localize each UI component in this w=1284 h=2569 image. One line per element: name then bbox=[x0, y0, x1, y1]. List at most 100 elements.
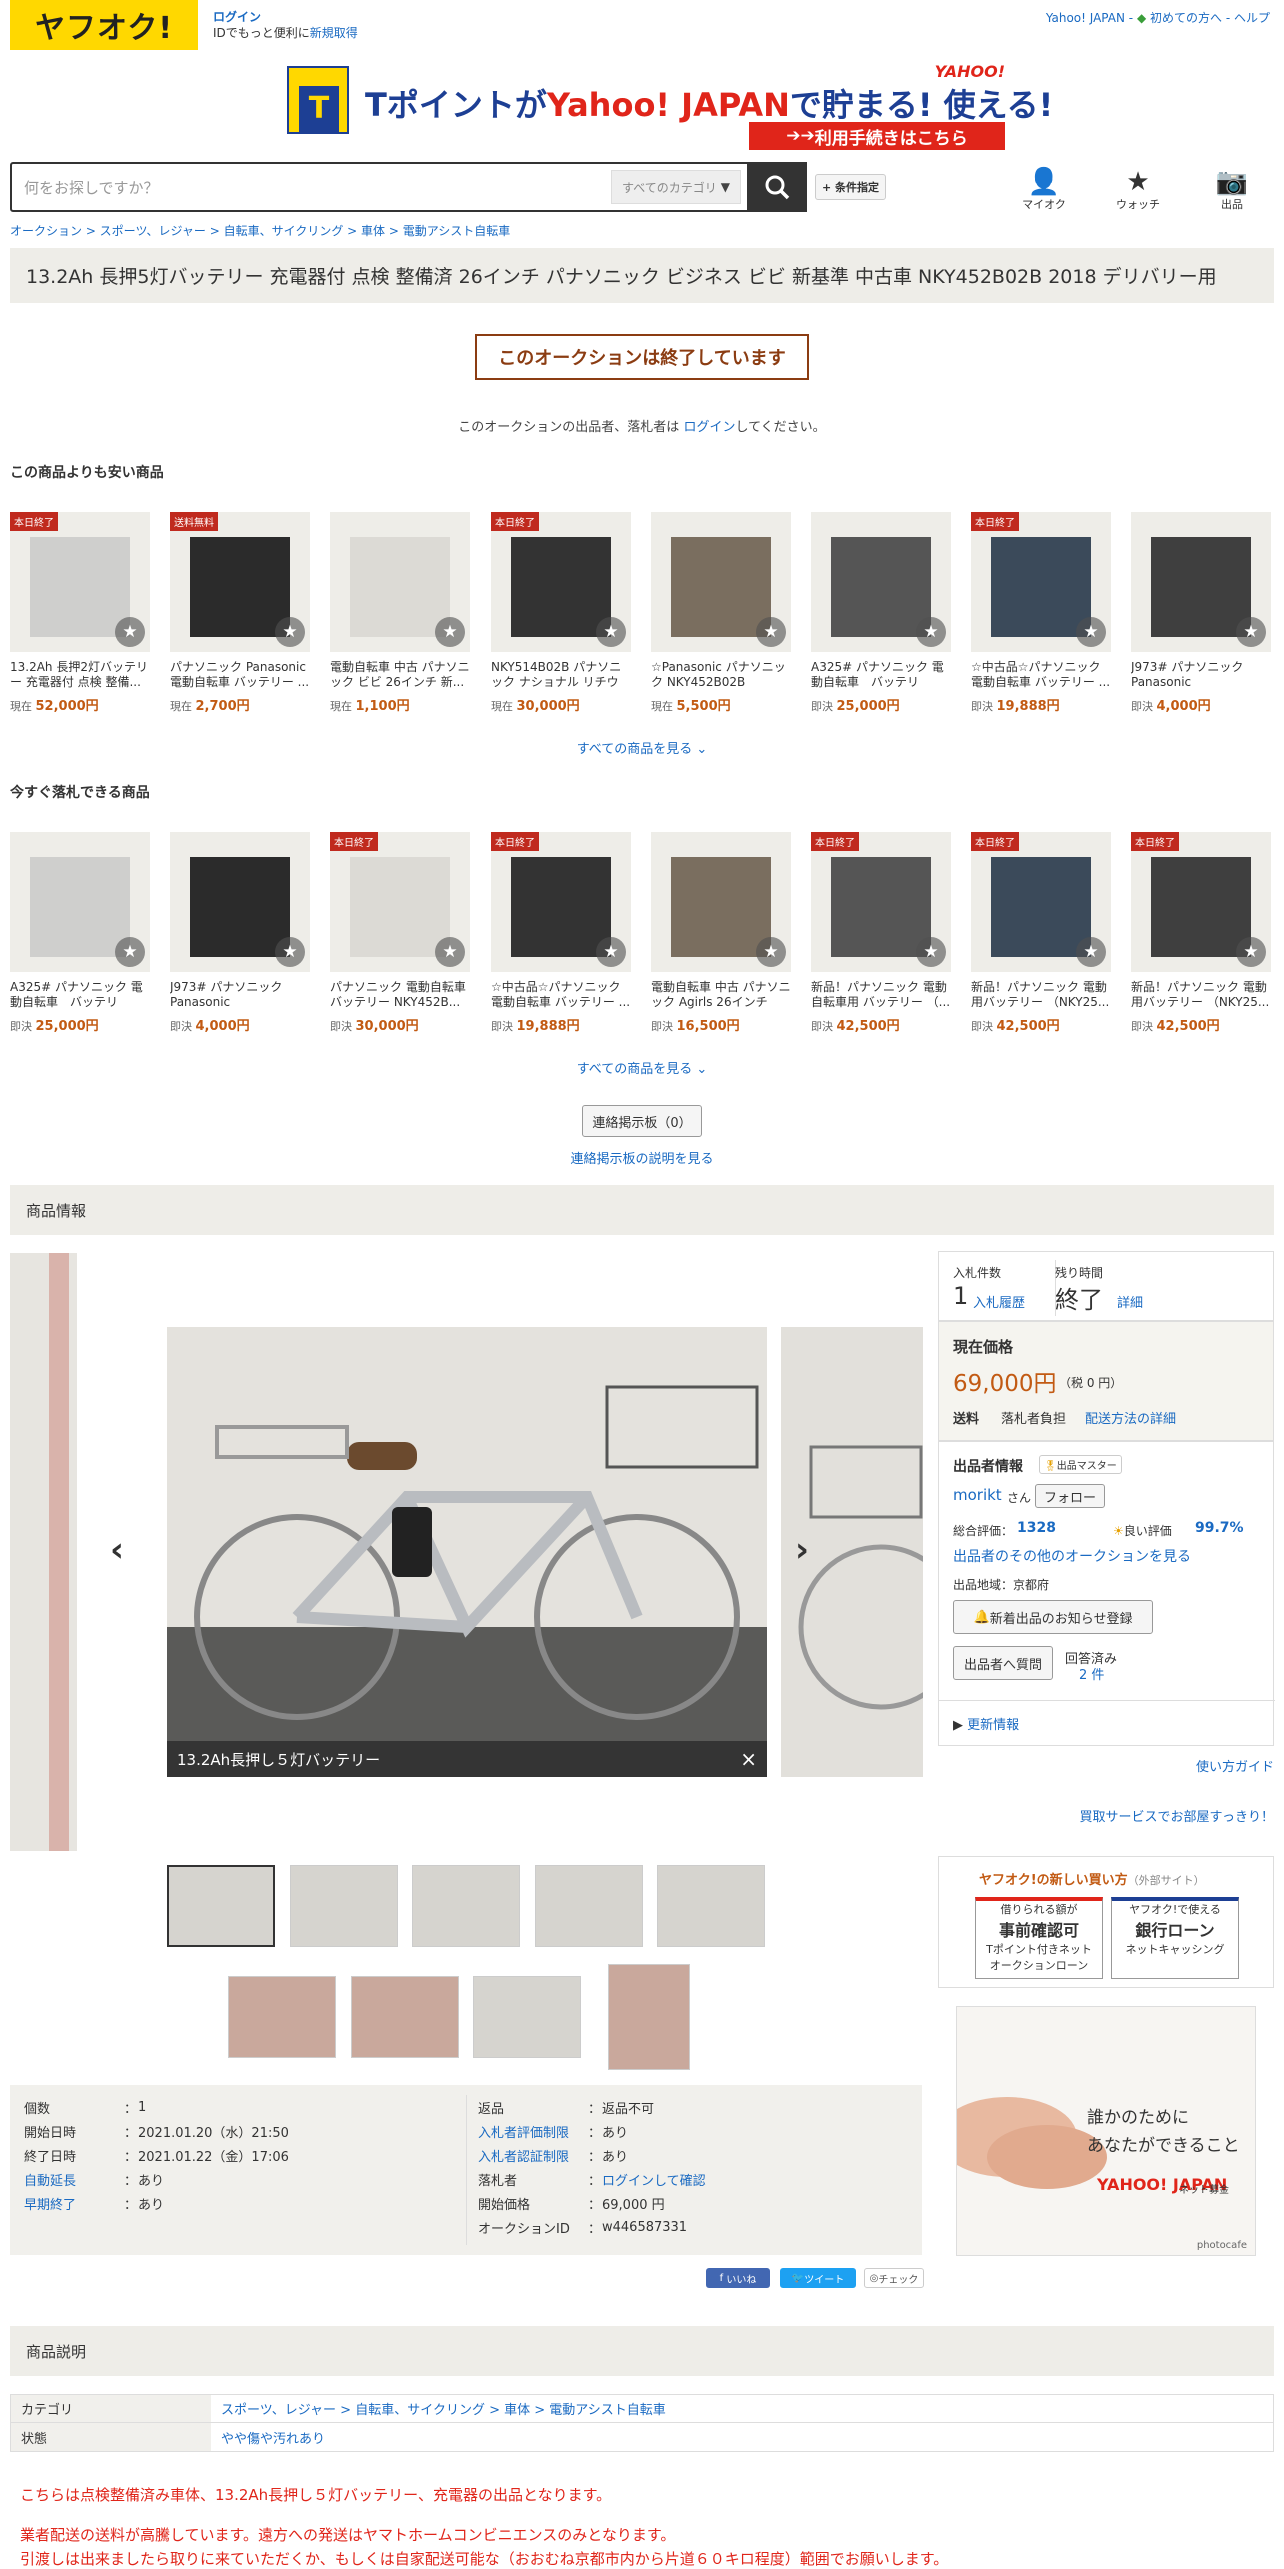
watch-star-icon[interactable]: ★ bbox=[435, 617, 465, 647]
search-input[interactable]: 何をお探しですか？ bbox=[12, 164, 611, 210]
product-thumbnail[interactable]: 送料無料 ★ bbox=[170, 512, 310, 652]
product-card[interactable]: 本日終了 ★ 13.2Ah 長押2灯バッテリー 充電器付 点検 整備... 現在 52… bbox=[10, 512, 150, 714]
thumbnail-8[interactable] bbox=[473, 1976, 581, 2058]
product-name[interactable]: 新品！パナソニック 電動用バッテリー （NKY25... bbox=[1131, 980, 1271, 1010]
product-card[interactable]: 本日終了 ★ NKY514B02B パナソニック ナショナル リチウム... 現在 3… bbox=[491, 512, 631, 714]
watch-star-icon[interactable]: ★ bbox=[596, 617, 626, 647]
watch-star-icon[interactable]: ★ bbox=[275, 937, 305, 967]
watch-star-icon[interactable]: ★ bbox=[115, 937, 145, 967]
product-card[interactable]: ★ ☆Panasonic パナソニック NKY452B02B 13.2A... 現在… bbox=[651, 512, 791, 714]
product-thumbnail[interactable]: 本日終了 ★ bbox=[971, 512, 1111, 652]
product-card[interactable]: 本日終了 ★ 新品！パナソニック 電動自転車用 バッテリー （... 即決 42,50… bbox=[811, 832, 951, 1034]
banner-apply-button[interactable]: ➔➔ 利用手続きはこちら bbox=[749, 122, 1005, 150]
product-name[interactable]: 新品！パナソニック 電動自転車用 バッテリー （... bbox=[811, 980, 951, 1010]
check-button[interactable]: ◎ チェック bbox=[864, 2268, 924, 2288]
seller-other-auctions-link[interactable]: 出品者のその他のオークションを見る bbox=[953, 1546, 1191, 1566]
watch-star-icon[interactable]: ★ bbox=[916, 617, 946, 647]
product-thumbnail[interactable]: 本日終了 ★ bbox=[491, 512, 631, 652]
ask-seller-button[interactable]: 出品者へ質問 bbox=[953, 1646, 1053, 1680]
product-name[interactable]: 電動自転車 中古 パナソニック ビビ 26インチ 新... bbox=[330, 660, 470, 690]
product-thumbnail[interactable]: 本日終了 ★ bbox=[491, 832, 631, 972]
rating-link[interactable]: 1328 bbox=[1017, 1520, 1056, 1536]
product-name[interactable]: J973# パナソニック Panasonic NKY452B02B ... bbox=[170, 980, 310, 1010]
update-info-link[interactable]: ▶ 更新情報 bbox=[953, 1714, 1019, 1733]
tpoint-banner[interactable]: T TポイントがYahoo! JAPANで貯まる! 使える! YAHOO! ➔➔… bbox=[287, 62, 1053, 152]
product-card[interactable]: ★ J973# パナソニック Panasonic NKY452B02B ... 即決… bbox=[170, 832, 310, 1034]
product-thumbnail[interactable]: 本日終了 ★ bbox=[330, 832, 470, 972]
yahoo-japan-link[interactable]: Yahoo! JAPAN bbox=[1046, 11, 1125, 25]
next-arrow-icon[interactable]: › bbox=[795, 1530, 809, 1570]
thumbnail-4[interactable] bbox=[535, 1865, 643, 1947]
product-name[interactable]: J973# パナソニック Panasonic NKY452B02B ... bbox=[1131, 660, 1271, 690]
like-button[interactable]: f いいね bbox=[706, 2268, 770, 2288]
tweet-button[interactable]: 🐦 ツイート bbox=[780, 2268, 856, 2288]
nav-watch[interactable]: ★ ウォッチ bbox=[1108, 168, 1168, 212]
product-name[interactable]: A325# パナソニック 電動自転車 バッテリー ... bbox=[811, 660, 951, 690]
watch-star-icon[interactable]: ★ bbox=[756, 617, 786, 647]
bbs-help-link[interactable]: 連絡掲示板の説明を見る bbox=[0, 1148, 1284, 1167]
watch-star-icon[interactable]: ★ bbox=[1236, 617, 1266, 647]
product-thumbnail[interactable]: 本日終了 ★ bbox=[1131, 832, 1271, 972]
product-card[interactable]: 本日終了 ★ ☆中古品☆パナソニック 電動自転車 バッテリー ... 即決 19,88… bbox=[491, 832, 631, 1034]
product-card[interactable]: 送料無料 ★ パナソニック Panasonic 電動自転車 バッテリー ... 現在 … bbox=[170, 512, 310, 714]
cheaper-see-all[interactable]: すべての商品を見る ⌄ bbox=[0, 738, 1284, 757]
prev-arrow-icon[interactable]: ‹ bbox=[110, 1530, 124, 1570]
product-card[interactable]: ★ 電動自転車 中古 パナソニック Agirls 26インチ 新... 即決 16,… bbox=[651, 832, 791, 1034]
product-card[interactable]: 本日終了 ★ パナソニック 電動自転車 バッテリー NKY452B... 即決 30,… bbox=[330, 832, 470, 1034]
breadcrumb[interactable]: オークション > スポーツ、レジャー > 自転車、サイクリング > 車体 > 電… bbox=[10, 222, 510, 239]
product-card[interactable]: 本日終了 ★ 新品！パナソニック 電動用バッテリー （NKY25... 即決 42,5… bbox=[971, 832, 1111, 1034]
answers-link[interactable]: 2 件 bbox=[1079, 1664, 1104, 1683]
bbs-button[interactable]: 連絡掲示板（0） bbox=[582, 1105, 702, 1137]
login-note-link[interactable]: ログイン bbox=[683, 420, 735, 435]
thumbnail-6[interactable] bbox=[228, 1976, 336, 2058]
thumbnail-5[interactable] bbox=[657, 1865, 765, 1947]
product-card[interactable]: ★ A325# パナソニック 電動自転車 バッテリー ... 即決 25,000円 bbox=[811, 512, 951, 714]
search-button[interactable] bbox=[747, 162, 807, 212]
pre-check-loan-card[interactable]: 借りられる額が 事前確認可 Tポイント付きネット オークションローン bbox=[975, 1897, 1103, 1979]
product-name[interactable]: NKY514B02B パナソニック ナショナル リチウム... bbox=[491, 660, 631, 690]
product-name[interactable]: 新品！パナソニック 電動用バッテリー （NKY25... bbox=[971, 980, 1111, 1010]
product-thumbnail[interactable]: ★ bbox=[330, 512, 470, 652]
watch-star-icon[interactable]: ★ bbox=[435, 937, 465, 967]
guide-link[interactable]: 使い方ガイド bbox=[1196, 1756, 1274, 1775]
product-card[interactable]: 本日終了 ★ 新品！パナソニック 電動用バッテリー （NKY25... 即決 42,5… bbox=[1131, 832, 1271, 1034]
prev-image-peek[interactable] bbox=[10, 1253, 77, 1851]
bank-loan-card[interactable]: ヤフオク!で使える 銀行ローン ネットキャッシング bbox=[1111, 1897, 1239, 1979]
buynow-see-all[interactable]: すべての商品を見る ⌄ bbox=[0, 1058, 1284, 1077]
thumbnail-1[interactable] bbox=[167, 1865, 275, 1947]
thumbnail-7[interactable] bbox=[351, 1976, 459, 2058]
product-card[interactable]: ★ 電動自転車 中古 パナソニック ビビ 26インチ 新... 現在 1,100円 bbox=[330, 512, 470, 714]
product-name[interactable]: パナソニック 電動自転車 バッテリー NKY452B... bbox=[330, 980, 470, 1010]
product-name[interactable]: 電動自転車 中古 パナソニック Agirls 26インチ 新... bbox=[651, 980, 791, 1010]
product-card[interactable]: 本日終了 ★ ☆中古品☆パナソニック 電動自転車 バッテリー ... 即決 19,88… bbox=[971, 512, 1111, 714]
signup-link[interactable]: 新規取得 bbox=[310, 26, 358, 40]
notify-button[interactable]: 🔔 新着出品のお知らせ登録 bbox=[953, 1600, 1153, 1634]
login-link[interactable]: ログイン bbox=[213, 9, 358, 25]
category-select[interactable]: すべてのカテゴリ ▼ bbox=[611, 170, 741, 204]
product-name[interactable]: パナソニック Panasonic 電動自転車 バッテリー ... bbox=[170, 660, 310, 690]
product-thumbnail[interactable]: ★ bbox=[170, 832, 310, 972]
product-name[interactable]: ☆中古品☆パナソニック 電動自転車 バッテリー ... bbox=[971, 660, 1111, 690]
thumbnail-3[interactable] bbox=[412, 1865, 520, 1947]
product-card[interactable]: ★ J973# パナソニック Panasonic NKY452B02B ... 即決… bbox=[1131, 512, 1271, 714]
thumbnail-2[interactable] bbox=[290, 1865, 398, 1947]
condition-button[interactable]: + 条件指定 bbox=[815, 174, 887, 200]
yahuoku-logo[interactable]: ヤフオク! bbox=[10, 0, 198, 50]
watch-star-icon[interactable]: ★ bbox=[275, 617, 305, 647]
watch-star-icon[interactable]: ★ bbox=[596, 937, 626, 967]
beginner-link[interactable]: 初めての方へ bbox=[1150, 11, 1222, 25]
close-icon[interactable]: × bbox=[740, 1747, 757, 1771]
product-card[interactable]: ★ A325# パナソニック 電動自転車 バッテリー ... 即決 25,000円 bbox=[10, 832, 150, 1034]
nav-sell[interactable]: 📷 出品 bbox=[1202, 168, 1262, 212]
product-thumbnail[interactable]: ★ bbox=[651, 832, 791, 972]
main-product-image[interactable] bbox=[167, 1327, 767, 1777]
product-thumbnail[interactable]: 本日終了 ★ bbox=[971, 832, 1111, 972]
watch-star-icon[interactable]: ★ bbox=[1076, 617, 1106, 647]
watch-star-icon[interactable]: ★ bbox=[916, 937, 946, 967]
product-thumbnail[interactable]: 本日終了 ★ bbox=[10, 512, 150, 652]
product-thumbnail[interactable]: ★ bbox=[1131, 512, 1271, 652]
nav-myauction[interactable]: 👤 マイオク bbox=[1014, 168, 1074, 212]
product-thumbnail[interactable]: ★ bbox=[811, 512, 951, 652]
product-thumbnail[interactable]: ★ bbox=[651, 512, 791, 652]
bid-history-link[interactable]: 入札履歴 bbox=[973, 1292, 1025, 1311]
